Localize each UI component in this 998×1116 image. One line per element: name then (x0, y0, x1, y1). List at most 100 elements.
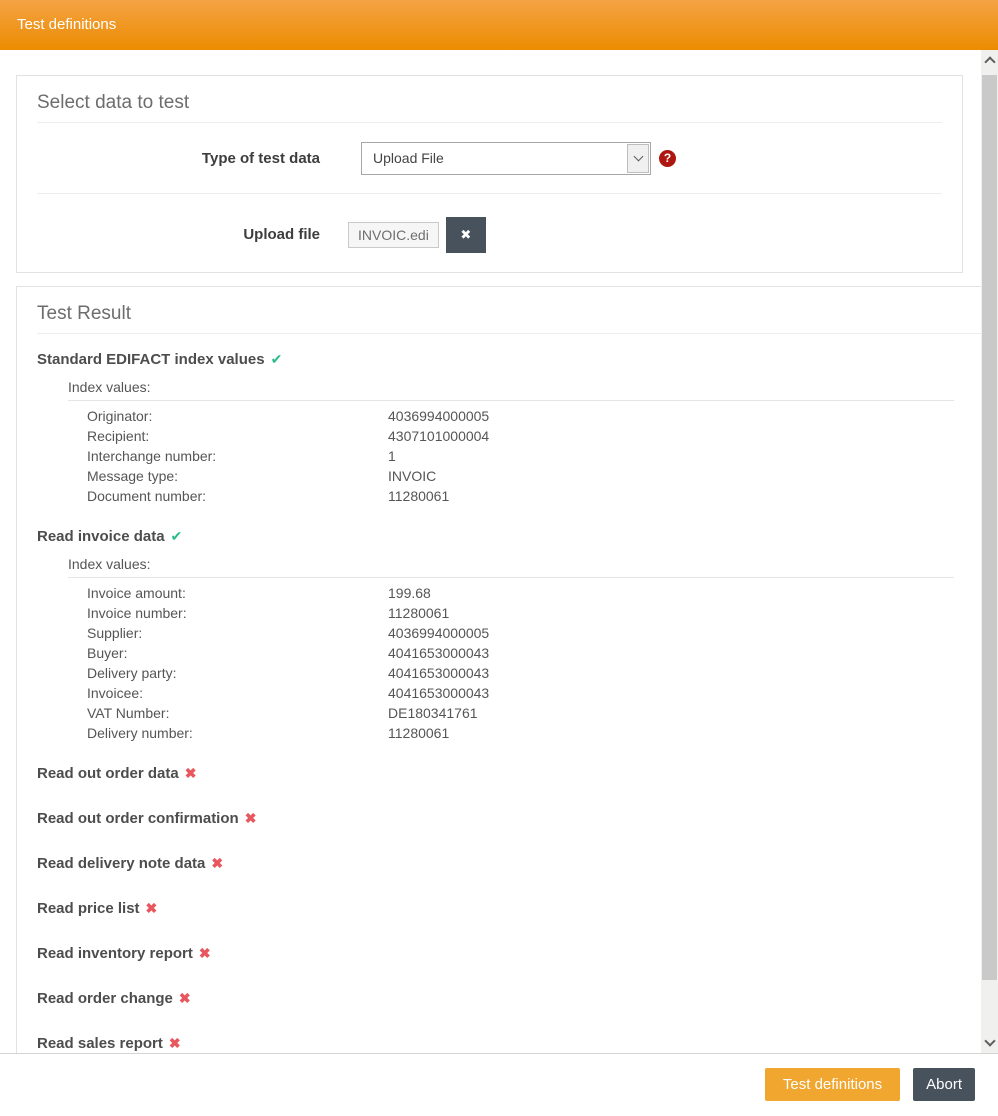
index-value: 11280061 (388, 486, 449, 506)
index-values-divider (68, 400, 954, 401)
index-value: 199.68 (388, 583, 431, 603)
index-value-label: Invoice number: (68, 603, 388, 623)
index-value-row: Message type:INVOIC (68, 466, 984, 486)
index-value-row: Invoicee:4041653000043 (68, 683, 984, 703)
index-value-label: Originator: (68, 406, 388, 426)
scrollbar-thumb[interactable] (982, 75, 997, 980)
check-icon: ✔ (171, 528, 183, 544)
section-title: Standard EDIFACT index values ✔ (37, 351, 984, 368)
result-section: Read invoice data ✔ Index values: Invoice a… (37, 528, 984, 743)
scroll-up-button[interactable] (981, 52, 998, 69)
section-title: Read order change ✖ (37, 990, 984, 1007)
index-value-row: Delivery number:11280061 (68, 723, 984, 743)
index-value-label: Buyer: (68, 643, 388, 663)
index-value-label: Delivery number: (68, 723, 388, 743)
index-value-label: Document number: (68, 486, 388, 506)
cross-icon: ✖ (179, 990, 191, 1006)
result-section: Read price list ✖ (37, 900, 984, 917)
section-title-text: Read out order confirmation (37, 810, 239, 827)
index-values-divider (68, 577, 954, 578)
index-value-row: Delivery party:4041653000043 (68, 663, 984, 683)
index-value-label: Invoice amount: (68, 583, 388, 603)
result-section: Read sales report ✖ (37, 1035, 984, 1052)
page-title: Test definitions (0, 0, 998, 50)
card-title-divider (37, 333, 984, 334)
index-value-row: VAT Number:DE180341761 (68, 703, 984, 723)
chevron-down-icon (984, 1035, 995, 1046)
index-value-label: Delivery party: (68, 663, 388, 683)
chevron-up-icon (984, 56, 995, 67)
remove-file-button[interactable]: ✖ (446, 217, 486, 253)
help-icon[interactable]: ? (659, 150, 676, 167)
result-section: Read inventory report✖ (37, 945, 984, 962)
result-section: Standard EDIFACT index values ✔ Index valu… (37, 351, 984, 506)
section-title-text: Read price list (37, 900, 140, 917)
result-section: Read delivery note data ✖ (37, 855, 984, 872)
type-of-test-data-row: Type of test data Upload File ? (37, 123, 942, 194)
chevron-down-icon (633, 152, 643, 162)
index-values-list: Invoice amount:199.68Invoice number:1128… (68, 583, 984, 743)
section-title: Read invoice data ✔ (37, 528, 984, 545)
section-title-text: Standard EDIFACT index values (37, 351, 265, 368)
index-value-row: Recipient:4307101000004 (68, 426, 984, 446)
section-title: Read out order data ✖ (37, 765, 984, 782)
index-value-row: Originator:4036994000005 (68, 406, 984, 426)
section-title: Read price list ✖ (37, 900, 984, 917)
index-value: 4036994000005 (388, 623, 489, 643)
cross-icon: ✖ (146, 900, 158, 916)
index-value-label: Interchange number: (68, 446, 388, 466)
section-title: Read out order confirmation ✖ (37, 810, 984, 827)
index-value: DE180341761 (388, 703, 478, 723)
index-value: 4036994000005 (388, 406, 489, 426)
section-title-text: Read inventory report (37, 945, 193, 962)
cross-icon: ✖ (185, 765, 197, 781)
section-title-text: Read invoice data (37, 528, 165, 545)
test-result-card: Test Result Standard EDIFACT index value… (16, 286, 998, 1054)
index-value-row: Supplier:4036994000005 (68, 623, 984, 643)
section-title-text: Read out order data (37, 765, 179, 782)
footer-action-bar: Test definitions Abort (0, 1054, 998, 1116)
result-section: Read order change ✖ (37, 990, 984, 1007)
index-value-label: Message type: (68, 466, 388, 486)
test-data-type-select[interactable]: Upload File (361, 142, 651, 175)
index-value-row: Invoice amount:199.68 (68, 583, 984, 603)
abort-button[interactable]: Abort (913, 1068, 975, 1101)
section-title-text: Read order change (37, 990, 173, 1007)
index-values-label: Index values: (68, 377, 984, 397)
cross-icon: ✖ (211, 855, 223, 871)
scroll-down-button[interactable] (981, 1034, 998, 1051)
upload-file-label: Upload file (37, 226, 320, 243)
selected-option-label: Upload File (373, 150, 444, 166)
test-definitions-button[interactable]: Test definitions (765, 1068, 900, 1101)
cross-icon: ✖ (245, 810, 257, 826)
index-values-label: Index values: (68, 554, 984, 574)
index-value: 4041653000043 (388, 663, 489, 683)
select-arrow-box[interactable] (627, 144, 649, 173)
index-value: 1 (388, 446, 396, 466)
index-value: INVOIC (388, 466, 436, 486)
index-value: 4041653000043 (388, 683, 489, 703)
index-value: 11280061 (388, 603, 449, 623)
test-result-sections: Standard EDIFACT index values ✔ Index valu… (37, 351, 984, 1052)
section-title-text: Read delivery note data (37, 855, 205, 872)
type-of-test-data-label: Type of test data (37, 150, 320, 167)
result-section: Read out order data ✖ (37, 765, 984, 782)
section-title: Read inventory report✖ (37, 945, 984, 962)
cross-icon: ✖ (169, 1035, 181, 1051)
upload-filename-box: INVOIC.edi (348, 222, 439, 248)
section-title-text: Read sales report (37, 1035, 163, 1052)
index-value-label: VAT Number: (68, 703, 388, 723)
index-value: 4307101000004 (388, 426, 489, 446)
vertical-scrollbar[interactable] (981, 50, 998, 1053)
index-value: 11280061 (388, 723, 449, 743)
section-title: Read delivery note data ✖ (37, 855, 984, 872)
section-title: Read sales report ✖ (37, 1035, 984, 1052)
index-value-row: Interchange number:1 (68, 446, 984, 466)
index-values-list: Originator:4036994000005Recipient:430710… (68, 406, 984, 506)
index-value-row: Document number:11280061 (68, 486, 984, 506)
index-value: 4041653000043 (388, 643, 489, 663)
select-card-title: Select data to test (37, 76, 942, 116)
index-value-label: Supplier: (68, 623, 388, 643)
upload-file-row: Upload file INVOIC.edi ✖ (37, 194, 942, 275)
check-icon: ✔ (271, 351, 283, 367)
